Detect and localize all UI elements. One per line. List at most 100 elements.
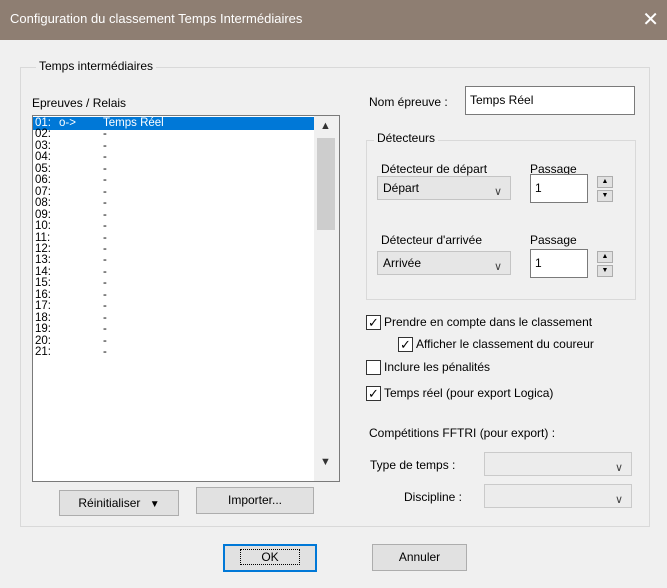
list-item-name: - [103, 151, 107, 164]
list-item-number: 03: [35, 139, 51, 152]
import-button[interactable]: Importer... [196, 487, 314, 514]
list-item-name: - [103, 334, 107, 347]
start-detector-value: Départ [383, 181, 420, 195]
event-name-field[interactable]: Temps Réel [465, 86, 635, 115]
list-item[interactable]: 01: o-> Temps Réel [33, 117, 315, 130]
list-item-number: 19: [35, 323, 51, 336]
list-item[interactable]: 20: - [33, 334, 315, 347]
list-item-number: 09: [35, 208, 51, 221]
epreuves-list[interactable]: 01: o-> Temps Réel 02: -03: -04: -05: -06: -07: -… [32, 115, 340, 482]
list-item-number: 20: [35, 334, 51, 347]
list-item[interactable]: 08: - [33, 197, 315, 210]
list-item[interactable]: 12: - [33, 242, 315, 255]
list-item[interactable]: 10: - [33, 220, 315, 233]
include-ranking-checkbox[interactable]: ✓ [366, 315, 381, 330]
chevron-down-icon: ∨ [493, 261, 502, 273]
list-item-name: - [103, 139, 107, 152]
list-item[interactable]: 18: - [33, 311, 315, 324]
list-item-number: 15: [35, 277, 51, 290]
realtime-checkbox[interactable]: ✓ [366, 386, 381, 401]
list-item-name: - [103, 288, 107, 301]
time-type-label: Type de temps : [370, 458, 456, 472]
list-item-name: - [103, 185, 107, 198]
list-item[interactable]: 21: - [33, 346, 315, 358]
close-icon[interactable]: ✕ [642, 7, 659, 32]
start-passage-spinner[interactable]: ▲ ▼ [597, 176, 613, 202]
list-item-number: 11: [35, 231, 51, 244]
list-item-name: - [103, 311, 107, 324]
spin-up-icon[interactable]: ▲ [597, 176, 613, 188]
list-item-marker: o-> [59, 117, 76, 129]
ok-button[interactable]: OK [223, 544, 317, 572]
spin-up-icon[interactable]: ▲ [597, 251, 613, 263]
finish-detector-select[interactable]: Arrivée ∨ [377, 251, 511, 275]
list-item-name: - [103, 208, 107, 221]
finish-detector-value: Arrivée [383, 256, 422, 270]
start-detector-select[interactable]: Départ ∨ [377, 176, 511, 200]
list-item[interactable]: 03: - [33, 139, 315, 152]
window-title: Configuration du classement Temps Interm… [10, 11, 303, 26]
discipline-label: Discipline : [404, 490, 463, 504]
list-item-number: 18: [35, 311, 51, 324]
show-runner-checkbox[interactable]: ✓ [398, 337, 413, 352]
list-item[interactable]: 04: - [33, 151, 315, 164]
group-detectors-label: Détecteurs [374, 131, 439, 145]
list-item-number: 17: [35, 300, 51, 313]
list-item[interactable]: 16: - [33, 288, 315, 301]
reset-button[interactable]: Réinitialiser ▼ [59, 490, 179, 516]
list-item[interactable]: 15: - [33, 277, 315, 290]
list-item-number: 02: [35, 128, 51, 141]
group-temps-intermediaires-label: Temps intermédiaires [36, 59, 157, 73]
spin-down-icon[interactable]: ▼ [597, 190, 613, 202]
reset-button-label: Réinitialiser [78, 496, 141, 510]
scroll-up-icon[interactable]: ▲ [320, 120, 331, 132]
list-item-name: - [103, 323, 107, 336]
penalties-label[interactable]: Inclure les pénalités [384, 360, 490, 374]
list-item-name: - [103, 174, 107, 187]
start-passage-field[interactable]: 1 [530, 174, 588, 203]
cancel-button[interactable]: Annuler [372, 544, 467, 571]
list-item-number: 08: [35, 197, 51, 210]
dropdown-arrow-icon: ▼ [149, 499, 160, 510]
realtime-label[interactable]: Temps réel (pour export Logica) [384, 386, 553, 400]
list-item[interactable]: 07: - [33, 185, 315, 198]
list-item-name: Temps Réel [103, 117, 164, 129]
list-item[interactable]: 02: - [33, 128, 315, 141]
penalties-checkbox[interactable] [366, 360, 381, 375]
finish-passage-field[interactable]: 1 [530, 249, 588, 278]
list-item-name: - [103, 220, 107, 233]
list-item[interactable]: 17: - [33, 300, 315, 313]
list-item[interactable]: 05: - [33, 162, 315, 175]
start-detector-label: Détecteur de départ [381, 162, 488, 176]
scroll-thumb[interactable] [317, 138, 335, 230]
list-item-number: 13: [35, 254, 51, 267]
show-runner-label[interactable]: Afficher le classement du coureur [416, 337, 594, 351]
discipline-select[interactable]: ∨ [484, 484, 632, 508]
spin-down-icon[interactable]: ▼ [597, 265, 613, 277]
list-item-number: 21: [35, 346, 51, 358]
cancel-button-label: Annuler [398, 550, 441, 564]
list-item[interactable]: 19: - [33, 323, 315, 336]
list-item-name: - [103, 300, 107, 313]
list-label: Epreuves / Relais [32, 96, 127, 110]
scroll-down-icon[interactable]: ▼ [320, 456, 331, 468]
list-item[interactable]: 06: - [33, 174, 315, 187]
time-type-select[interactable]: ∨ [484, 452, 632, 476]
finish-passage-spinner[interactable]: ▲ ▼ [597, 251, 613, 277]
list-item[interactable]: 13: - [33, 254, 315, 267]
list-item-number: 05: [35, 162, 51, 175]
list-item-name: - [103, 346, 107, 358]
list-item[interactable]: 14: - [33, 265, 315, 278]
list-scrollbar[interactable]: ▲ ▼ [314, 116, 339, 481]
event-name-label: Nom épreuve : [369, 95, 448, 109]
include-ranking-label[interactable]: Prendre en compte dans le classement [384, 315, 592, 329]
event-name-value: Temps Réel [470, 93, 534, 107]
finish-passage-label: Passage [530, 233, 577, 247]
list-item-number: 12: [35, 242, 51, 255]
list-item-name: - [103, 128, 107, 141]
chevron-down-icon: ∨ [614, 462, 623, 474]
list-item[interactable]: 11: - [33, 231, 315, 244]
list-item-number: 14: [35, 265, 51, 278]
list-item-name: - [103, 254, 107, 267]
list-item[interactable]: 09: - [33, 208, 315, 221]
